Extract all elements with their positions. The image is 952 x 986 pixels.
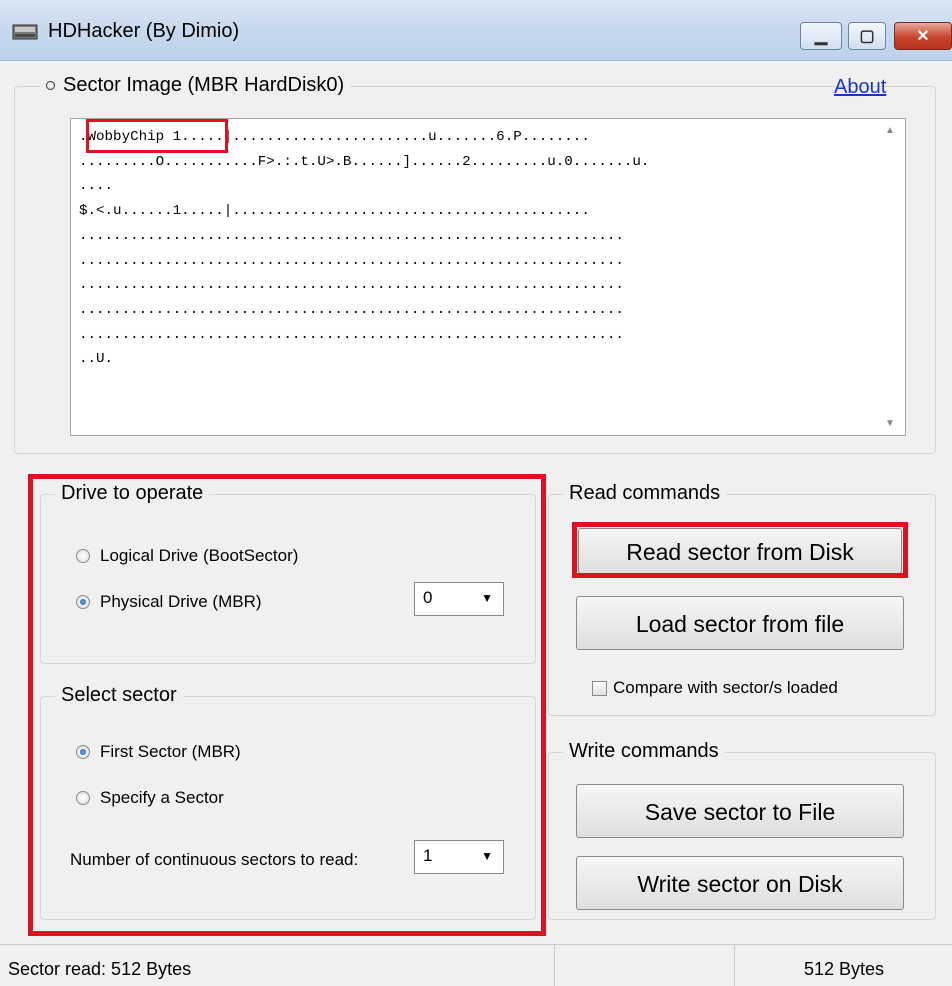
save-sector-to-file-button[interactable]: Save sector to File — [576, 784, 904, 838]
maximize-button[interactable]: ▢ — [848, 22, 886, 50]
status-bar: Sector read: 512 Bytes 512 Bytes — [0, 944, 952, 986]
sector-image-legend: Sector Image (MBR HardDisk0) — [40, 74, 351, 97]
read-commands-title: Read commands — [563, 482, 727, 505]
bullet-icon — [46, 81, 55, 90]
compare-option[interactable]: Compare with sector/s loaded — [592, 678, 838, 698]
save-sector-to-file-label: Save sector to File — [644, 799, 836, 825]
close-icon: ✕ — [916, 28, 930, 45]
load-sector-from-file-button[interactable]: Load sector from file — [576, 596, 904, 650]
scroll-down-icon[interactable]: ▼ — [885, 418, 895, 429]
sector-image-title: Sector Image (MBR HardDisk0) — [63, 74, 345, 96]
minimize-icon: ▁ — [814, 28, 828, 45]
highlight-box-wobbychip — [86, 119, 228, 153]
compare-checkbox[interactable] — [592, 680, 607, 696]
compare-label: Compare with sector/s loaded — [613, 678, 838, 697]
sector-text-area[interactable]: .WobbyChip 1.....|......................… — [70, 118, 906, 436]
status-left-cell: Sector read: 512 Bytes — [0, 945, 555, 986]
status-right-cell: 512 Bytes — [734, 945, 952, 986]
about-link[interactable]: About — [834, 76, 886, 99]
app-window: HDHacker (By Dimio) ▁ ▢ ✕ Sector Image (… — [0, 0, 952, 986]
sector-content: .WobbyChip 1.....|......................… — [79, 129, 650, 368]
maximize-icon: ▢ — [859, 28, 875, 45]
write-commands-title: Write commands — [563, 740, 725, 763]
minimize-button[interactable]: ▁ — [800, 22, 842, 50]
write-sector-on-disk-button[interactable]: Write sector on Disk — [576, 856, 904, 910]
vertical-scrollbar[interactable]: ▲ ▼ — [877, 119, 905, 435]
status-middle-cell — [554, 945, 735, 986]
write-sector-on-disk-label: Write sector on Disk — [637, 871, 843, 897]
highlight-box-read-button — [572, 522, 908, 578]
title-bar[interactable]: HDHacker (By Dimio) ▁ ▢ ✕ — [0, 0, 952, 61]
load-sector-from-file-label: Load sector from file — [635, 611, 845, 637]
highlight-frame-left — [28, 474, 546, 936]
hard-disk-icon — [12, 24, 38, 40]
close-button[interactable]: ✕ — [894, 22, 952, 50]
status-sector-read: Sector read: 512 Bytes — [8, 959, 192, 979]
window-title: HDHacker (By Dimio) — [48, 20, 240, 42]
status-bytes: 512 Bytes — [804, 959, 885, 979]
scroll-up-icon[interactable]: ▲ — [885, 125, 895, 136]
